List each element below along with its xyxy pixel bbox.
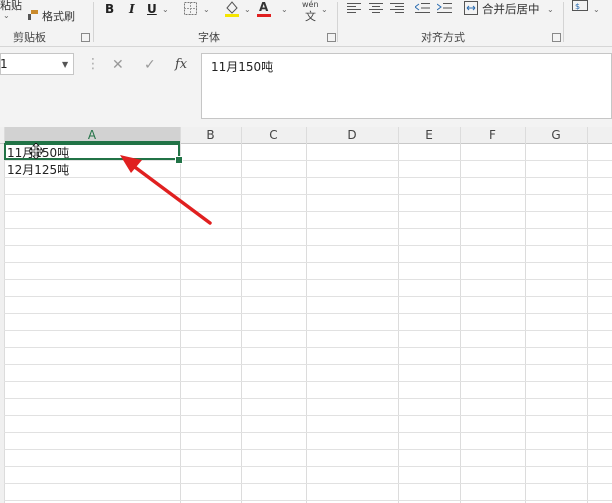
grid-column-line <box>525 127 526 503</box>
font-color-swatch <box>257 14 271 17</box>
merge-center-dropdown-caret[interactable]: ⌄ <box>547 5 554 14</box>
grid-column-line <box>398 127 399 503</box>
grid-row-line <box>4 194 612 195</box>
cancel-icon[interactable]: ✕ <box>112 57 124 73</box>
column-header-f[interactable]: F <box>460 128 525 143</box>
font-color-dropdown-caret[interactable]: ⌄ <box>281 5 288 14</box>
increase-indent-icon[interactable] <box>436 2 452 14</box>
column-header-b[interactable]: B <box>180 128 241 143</box>
formula-input-value: 11月150吨 <box>211 60 274 74</box>
group-separator <box>337 2 338 42</box>
phonetic-dropdown-caret[interactable]: ⌄ <box>321 5 328 14</box>
border-dropdown-caret[interactable]: ⌄ <box>203 5 210 14</box>
name-box-dropdown-icon[interactable]: ▼ <box>62 60 68 69</box>
insert-function-icon[interactable]: fx <box>175 57 187 72</box>
grid-row-line <box>4 330 612 331</box>
enter-icon[interactable]: ✓ <box>144 57 156 73</box>
fill-color-dropdown-caret[interactable]: ⌄ <box>244 5 251 14</box>
merge-center-button[interactable]: 合并后居中 <box>482 1 540 17</box>
grid-row-line <box>4 262 612 263</box>
column-header-e[interactable]: E <box>398 128 460 143</box>
grid-row-line <box>4 296 612 297</box>
grid-column-line <box>4 127 5 503</box>
grid-row-line <box>4 313 612 314</box>
group-separator <box>563 2 564 42</box>
bold-button[interactable]: B <box>105 2 114 16</box>
cell-a2[interactable]: 12月125吨 <box>7 161 69 178</box>
number-format-icon[interactable]: $ <box>572 0 588 14</box>
font-launcher-icon[interactable] <box>327 33 336 42</box>
svg-text:$: $ <box>575 2 580 11</box>
phonetic-guide-button[interactable]: 文 <box>305 8 316 24</box>
grid-row-line <box>4 466 612 467</box>
grid-row-line <box>4 483 612 484</box>
grid-row-line <box>4 279 612 280</box>
grid-column-line <box>460 127 461 503</box>
grid-row-line <box>4 500 612 501</box>
number-format-dropdown-caret[interactable]: ⌄ <box>593 5 600 14</box>
align-right-icon[interactable] <box>390 2 404 14</box>
decrease-indent-icon[interactable] <box>414 2 430 14</box>
font-color-button[interactable]: A <box>259 0 268 14</box>
grid-row-line <box>4 347 612 348</box>
grid-row-line <box>4 432 612 433</box>
grid-row-line <box>4 211 612 212</box>
name-box-value: 1 <box>0 57 8 71</box>
group-separator <box>93 2 94 42</box>
grid-row-line <box>4 245 612 246</box>
underline-button[interactable]: U <box>147 2 157 16</box>
grid-row-line <box>4 177 612 178</box>
grid-column-line <box>241 127 242 503</box>
column-header-c[interactable]: C <box>241 128 306 143</box>
grid-row-line <box>4 381 612 382</box>
grid-row-line <box>4 415 612 416</box>
grid-column-line <box>306 127 307 503</box>
paste-dropdown-caret[interactable]: ⌄ <box>3 11 10 20</box>
clipboard-launcher-icon[interactable] <box>81 33 90 42</box>
fill-color-icon[interactable] <box>224 0 240 17</box>
alignment-group-label: 对齐方式 <box>421 31 465 44</box>
column-header-d[interactable]: D <box>306 128 398 143</box>
column-header-a[interactable]: A <box>4 128 180 143</box>
annotation-arrow-icon <box>120 155 212 225</box>
move-cursor-icon <box>28 142 44 160</box>
grid-row-line <box>4 449 612 450</box>
grid-row-line <box>4 398 612 399</box>
format-painter-button[interactable]: 格式刷 <box>42 8 75 24</box>
font-group-label: 字体 <box>198 31 220 44</box>
italic-button[interactable]: I <box>129 2 135 16</box>
clipboard-group-label: 剪贴板 <box>13 31 46 44</box>
align-center-icon[interactable] <box>369 2 383 14</box>
underline-dropdown-caret[interactable]: ⌄ <box>162 5 169 14</box>
merge-center-icon[interactable] <box>464 1 478 15</box>
align-left-icon[interactable] <box>347 2 361 14</box>
formula-bar-grip-icon: ⋮ <box>86 56 100 72</box>
grid-row-line <box>4 364 612 365</box>
border-icon[interactable] <box>184 2 197 15</box>
column-header-g[interactable]: G <box>525 128 587 143</box>
grid-row-line <box>4 228 612 229</box>
grid-row-line <box>4 160 612 161</box>
alignment-launcher-icon[interactable] <box>552 33 561 42</box>
format-painter-icon <box>26 9 38 20</box>
grid-column-line <box>587 127 588 503</box>
